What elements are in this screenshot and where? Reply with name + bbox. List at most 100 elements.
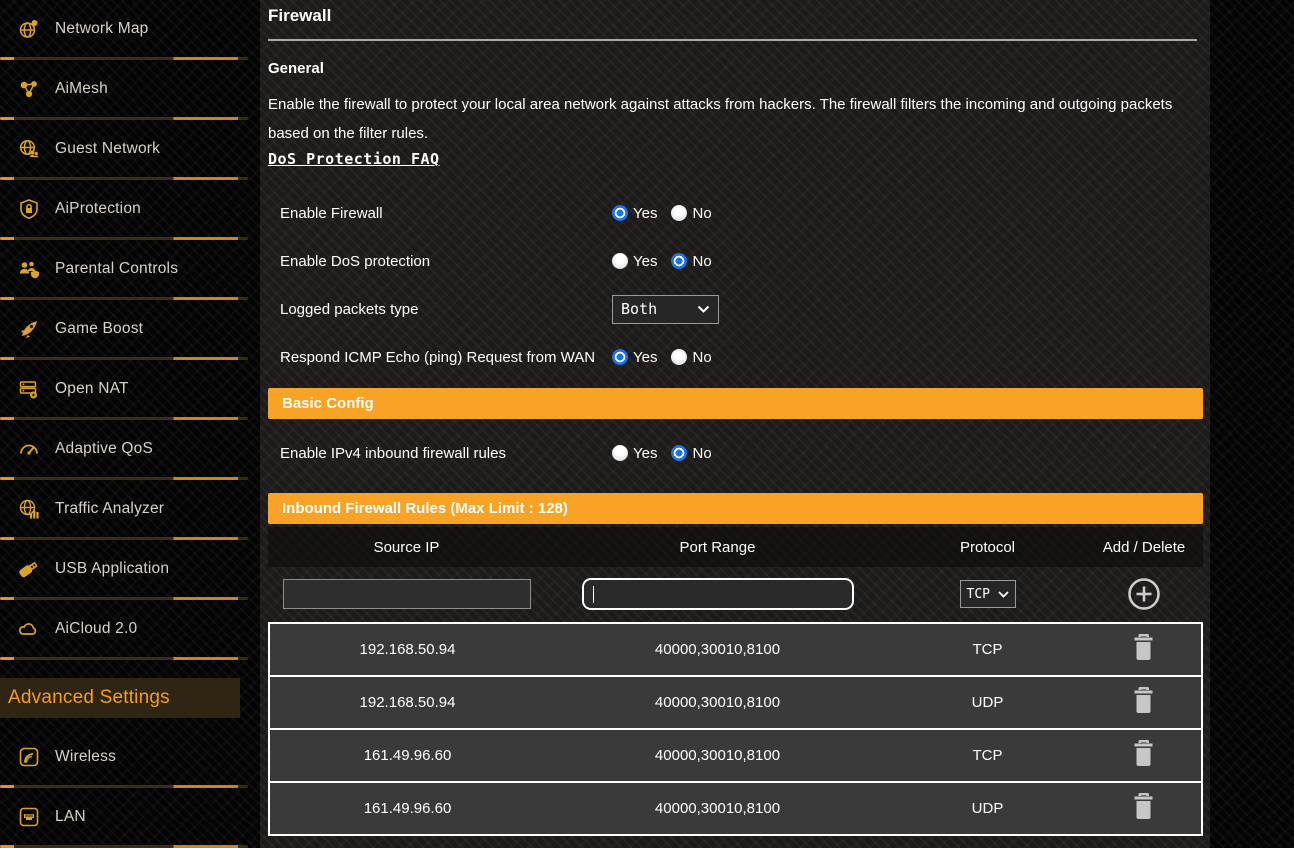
rule-port-range: 40000,30010,8100	[545, 641, 890, 658]
rule-source-ip: 192.168.50.94	[270, 694, 545, 711]
wireless-icon	[18, 746, 40, 768]
rule-row: 192.168.50.94 40000,30010,8100 UDP	[270, 675, 1201, 728]
logged-packets-row: Logged packets type Both	[268, 289, 1203, 329]
rule-row: 161.49.96.60 40000,30010,8100 TCP	[270, 728, 1201, 781]
sidebar-item-label: Guest Network	[55, 140, 160, 158]
enable-firewall-yes-radio[interactable]	[612, 205, 628, 221]
sidebar-item-adaptive-qos[interactable]: Adaptive QoS	[0, 420, 260, 477]
add-rule-button[interactable]	[1126, 576, 1162, 612]
sidebar-item-aimesh[interactable]: AiMesh	[0, 60, 260, 117]
sidebar-item-aiprotection[interactable]: AiProtection	[0, 180, 260, 237]
basic-config-banner: Basic Config	[268, 388, 1203, 419]
traffic-analyzer-icon	[18, 498, 40, 520]
main-panel: Firewall General Enable the firewall to …	[260, 0, 1210, 848]
ipv4-no-radio[interactable]	[671, 445, 687, 461]
sidebar-item-aicloud[interactable]: AiCloud 2.0	[0, 600, 260, 657]
general-heading: General	[268, 60, 1203, 77]
enable-dos-label: Enable DoS protection	[280, 252, 612, 271]
sidebar-item-label: Network Map	[55, 20, 149, 38]
rule-port-range: 40000,30010,8100	[545, 800, 890, 817]
delete-rule-button[interactable]	[1132, 633, 1155, 662]
chevron-down-icon	[697, 305, 710, 313]
respond-icmp-yes-radio[interactable]	[612, 349, 628, 365]
rule-protocol: UDP	[890, 800, 1085, 817]
sidebar-item-wireless[interactable]: Wireless	[0, 728, 260, 785]
inbound-rules-banner: Inbound Firewall Rules (Max Limit : 128)	[268, 493, 1203, 524]
sidebar-item-label: Parental Controls	[55, 260, 178, 278]
protocol-select[interactable]: TCP	[960, 580, 1016, 608]
adaptive-qos-icon	[18, 438, 40, 460]
sidebar-item-parental-controls[interactable]: Parental Controls	[0, 240, 260, 297]
sidebar-item-label: AiProtection	[55, 200, 141, 218]
ipv4-yes-radio[interactable]	[612, 445, 628, 461]
sidebar-item-label: Game Boost	[55, 320, 143, 338]
sidebar-item-guest-network[interactable]: Guest Network	[0, 120, 260, 177]
open-nat-icon	[18, 378, 40, 400]
guest-network-icon	[18, 138, 40, 160]
ipv4-rules-label: Enable IPv4 inbound firewall rules	[280, 444, 612, 463]
rule-row: 192.168.50.94 40000,30010,8100 TCP	[270, 624, 1201, 675]
sidebar-item-open-nat[interactable]: Open NAT	[0, 360, 260, 417]
sidebar-item-label: Adaptive QoS	[55, 440, 153, 458]
delete-rule-button[interactable]	[1132, 792, 1155, 821]
page-title: Firewall	[268, 6, 1203, 26]
rule-port-range: 40000,30010,8100	[545, 694, 890, 711]
sidebar-item-network-map[interactable]: Network Map	[0, 0, 260, 57]
logged-packets-value: Both	[621, 300, 657, 318]
chevron-down-icon	[998, 591, 1009, 598]
col-header-protocol: Protocol	[890, 539, 1085, 556]
sidebar-item-label: Open NAT	[55, 380, 129, 398]
logged-packets-label: Logged packets type	[280, 300, 612, 319]
parental-controls-icon	[18, 258, 40, 280]
no-label: No	[692, 205, 711, 222]
respond-icmp-label: Respond ICMP Echo (ping) Request from WA…	[280, 348, 612, 367]
sidebar-item-traffic-analyzer[interactable]: Traffic Analyzer	[0, 480, 260, 537]
enable-dos-yes-radio[interactable]	[612, 253, 628, 269]
ipv4-rules-row: Enable IPv4 inbound firewall rules Yes N…	[268, 433, 1203, 473]
enable-firewall-label: Enable Firewall	[280, 204, 612, 223]
sidebar-item-label: AiMesh	[55, 80, 108, 98]
delete-rule-button[interactable]	[1132, 686, 1155, 715]
yes-label: Yes	[633, 205, 657, 222]
respond-icmp-no-radio[interactable]	[671, 349, 687, 365]
sidebar-item-usb-application[interactable]: USB Application	[0, 540, 260, 597]
sidebar-item-lan[interactable]: LAN	[0, 788, 260, 845]
rule-source-ip: 161.49.96.60	[270, 747, 545, 764]
logged-packets-select[interactable]: Both	[612, 295, 719, 324]
yes-label: Yes	[633, 253, 657, 270]
rules-table-body: 192.168.50.94 40000,30010,8100 TCP 192.1…	[268, 622, 1203, 836]
dos-protection-faq-link[interactable]: DoS Protection FAQ	[268, 150, 440, 168]
port-range-input[interactable]	[582, 578, 854, 610]
game-boost-icon	[18, 318, 40, 340]
network-map-icon	[18, 18, 40, 40]
source-ip-input[interactable]	[283, 579, 531, 609]
general-description: Enable the firewall to protect your loca…	[268, 90, 1203, 148]
sidebar-item-label: Traffic Analyzer	[55, 500, 164, 518]
col-header-add-delete: Add / Delete	[1085, 539, 1203, 556]
no-label: No	[692, 253, 711, 270]
yes-label: Yes	[633, 349, 657, 366]
col-header-port-range: Port Range	[545, 539, 890, 556]
respond-icmp-row: Respond ICMP Echo (ping) Request from WA…	[268, 337, 1203, 377]
text-caret	[593, 586, 595, 603]
aicloud-icon	[18, 618, 40, 640]
rule-source-ip: 192.168.50.94	[270, 641, 545, 658]
aimesh-icon	[18, 78, 40, 100]
no-label: No	[692, 445, 711, 462]
sidebar-item-label: Wireless	[55, 748, 116, 766]
enable-firewall-no-radio[interactable]	[671, 205, 687, 221]
sidebar-section-advanced-settings[interactable]: Advanced Settings	[0, 678, 240, 718]
enable-dos-row: Enable DoS protection Yes No	[268, 241, 1203, 281]
no-label: No	[692, 349, 711, 366]
rule-protocol: TCP	[890, 641, 1085, 658]
advanced-settings-label: Advanced Settings	[8, 687, 170, 709]
rules-table-header: Source IP Port Range Protocol Add / Dele…	[268, 527, 1203, 567]
aiprotection-icon	[18, 198, 40, 220]
sidebar-item-game-boost[interactable]: Game Boost	[0, 300, 260, 357]
delete-rule-button[interactable]	[1132, 739, 1155, 768]
sidebar-item-label: USB Application	[55, 560, 169, 578]
rule-source-ip: 161.49.96.60	[270, 800, 545, 817]
enable-dos-no-radio[interactable]	[671, 253, 687, 269]
rules-input-row: TCP	[268, 567, 1203, 621]
rule-port-range: 40000,30010,8100	[545, 747, 890, 764]
